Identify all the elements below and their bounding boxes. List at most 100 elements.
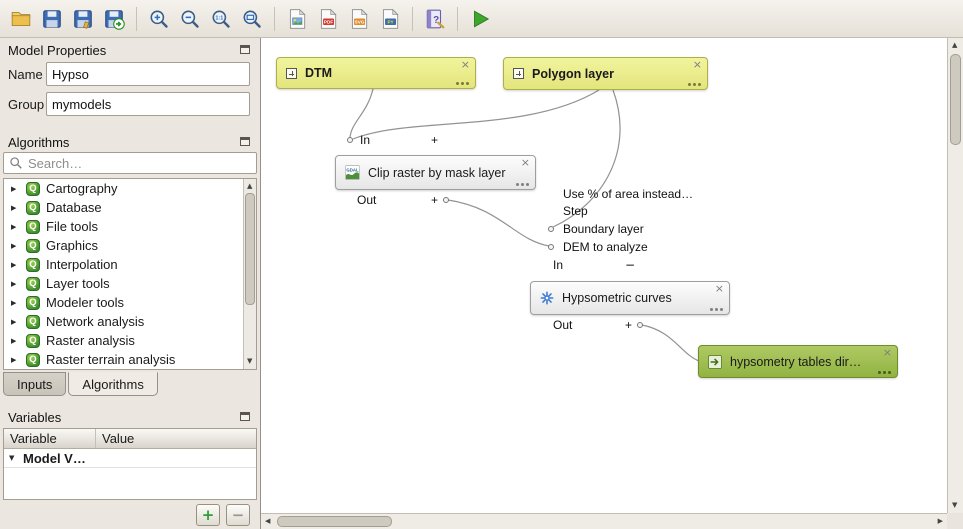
clip-out-socket[interactable] [443,197,449,203]
float-panel-icon[interactable] [240,45,250,54]
svg-text:PDF: PDF [324,19,333,24]
tree-scrollbar-thumb[interactable] [245,193,255,305]
column-variable[interactable]: Variable [4,429,96,448]
variables-group-row[interactable]: ▼ Model V… [4,449,256,468]
expand-arrow-icon[interactable]: ▶ [11,299,20,307]
export-as-python-script-button[interactable]: PY [376,5,404,33]
model-canvas[interactable]: DTM × Polygon layer × In + GDAL Clip ras… [261,38,963,529]
comment-dots-icon[interactable] [878,371,891,374]
export-as-svg-button[interactable]: SVG [345,5,373,33]
hypso-in-toggle[interactable]: − [625,258,635,272]
node-label: Clip raster by mask layer [368,166,506,180]
scroll-down-icon[interactable]: ▼ [952,502,957,509]
column-value[interactable]: Value [96,429,140,448]
export-image-icon [286,8,308,30]
export-as-image-button[interactable] [283,5,311,33]
model-group-input[interactable] [46,92,250,116]
save-model-button[interactable] [38,5,66,33]
node-input-dtm[interactable]: DTM × [276,57,476,89]
save-model-in-project-button[interactable] [100,5,128,33]
clip-in-toggle[interactable]: + [431,133,438,147]
delete-node-icon[interactable]: × [693,59,702,70]
hypso-boundary-socket[interactable] [548,226,554,232]
horizontal-scrollbar-thumb[interactable] [277,516,392,527]
zoom-in-button[interactable] [145,5,173,33]
node-algorithm-hypsometric-curves[interactable]: Hypsometric curves × [530,281,730,315]
scroll-left-icon[interactable]: ◀ [265,518,270,525]
expand-arrow-icon[interactable]: ▶ [11,356,20,364]
expand-arrow-icon[interactable]: ▶ [11,337,20,345]
algorithm-group-graphics[interactable]: ▶QGraphics [4,236,256,255]
export-svg-icon: SVG [348,8,370,30]
run-model-button[interactable] [466,5,494,33]
hypso-out-socket[interactable] [637,322,643,328]
float-panel-icon[interactable] [240,412,250,421]
algorithm-search-box[interactable] [3,152,257,174]
canvas-vertical-scrollbar[interactable]: ▲ ▼ [947,38,963,513]
toolbar: 1:1 PDF SVG PY ? [0,0,963,38]
algorithm-group-raster-terrain-analysis[interactable]: ▶QRaster terrain analysis [4,350,256,369]
comment-dots-icon[interactable] [688,83,701,86]
algorithm-group-database[interactable]: ▶QDatabase [4,198,256,217]
comment-dots-icon[interactable] [516,183,529,186]
expand-arrow-icon[interactable]: ▶ [11,280,20,288]
comment-dots-icon[interactable] [456,82,469,85]
hypso-dem-socket[interactable] [548,244,554,250]
hypso-param-use-percent: Use % of area instead… [563,187,693,201]
canvas-horizontal-scrollbar[interactable]: ◀ ▶ [261,513,947,529]
algorithm-group-layer-tools[interactable]: ▶QLayer tools [4,274,256,293]
hypso-out-toggle[interactable]: + [625,318,632,332]
algorithm-group-cartography[interactable]: ▶QCartography [4,179,256,198]
algorithm-group-interpolation[interactable]: ▶QInterpolation [4,255,256,274]
algorithm-group-raster-analysis[interactable]: ▶QRaster analysis [4,331,256,350]
algorithm-group-label: Database [46,200,102,215]
edit-model-help-button[interactable]: ? [421,5,449,33]
delete-node-icon[interactable]: × [521,157,530,168]
vertical-scrollbar-thumb[interactable] [950,54,961,145]
add-icon: + [202,508,215,523]
node-label: Hypsometric curves [562,291,672,305]
export-as-pdf-button[interactable]: PDF [314,5,342,33]
qgis-provider-icon: Q [26,182,40,196]
node-algorithm-clip-raster[interactable]: GDAL Clip raster by mask layer × [335,155,536,190]
node-input-polygon-layer[interactable]: Polygon layer × [503,57,708,90]
algorithm-group-file-tools[interactable]: ▶QFile tools [4,217,256,236]
expand-arrow-icon[interactable]: ▶ [11,242,20,250]
algorithm-group-modeler-tools[interactable]: ▶QModeler tools [4,293,256,312]
scroll-up-icon[interactable]: ▲ [952,42,957,49]
tab-inputs[interactable]: Inputs [3,372,66,396]
zoom-out-button[interactable] [176,5,204,33]
delete-node-icon[interactable]: × [461,59,470,70]
collapse-arrow-icon[interactable]: ▼ [9,454,18,462]
expand-arrow-icon[interactable]: ▶ [11,185,20,193]
model-name-input[interactable] [46,62,250,86]
open-model-button[interactable] [7,5,35,33]
expand-arrow-icon[interactable]: ▶ [11,318,20,326]
delete-node-icon[interactable]: × [883,347,892,358]
float-panel-icon[interactable] [240,137,250,146]
node-output-hypsometry-tables[interactable]: hypsometry tables dir… × [698,345,898,378]
comment-dots-icon[interactable] [710,308,723,311]
expand-arrow-icon[interactable]: ▶ [11,223,20,231]
hypso-param-dem: DEM to analyze [563,240,648,254]
zoom-actual-button[interactable]: 1:1 [207,5,235,33]
delete-node-icon[interactable]: × [715,283,724,294]
tree-scrollbar[interactable]: ▲ ▼ [243,179,256,369]
search-input[interactable] [28,156,251,171]
scroll-up-icon[interactable]: ▲ [247,183,252,190]
hypso-param-step: Step [563,204,588,218]
clip-in-socket[interactable] [347,137,353,143]
zoom-full-button[interactable] [238,5,266,33]
algorithm-group-network-analysis[interactable]: ▶QNetwork analysis [4,312,256,331]
expand-arrow-icon[interactable]: ▶ [11,261,20,269]
scroll-down-icon[interactable]: ▼ [247,358,252,365]
remove-variable-button[interactable]: − [226,504,250,526]
expand-arrow-icon[interactable]: ▶ [11,204,20,212]
scroll-right-icon[interactable]: ▶ [938,518,943,525]
add-variable-button[interactable]: + [196,504,220,526]
qgis-provider-icon: Q [26,239,40,253]
tab-algorithms[interactable]: Algorithms [68,372,157,396]
save-model-as-button[interactable] [69,5,97,33]
clip-out-toggle[interactable]: + [431,193,438,207]
algorithm-group-label: Interpolation [46,257,118,272]
